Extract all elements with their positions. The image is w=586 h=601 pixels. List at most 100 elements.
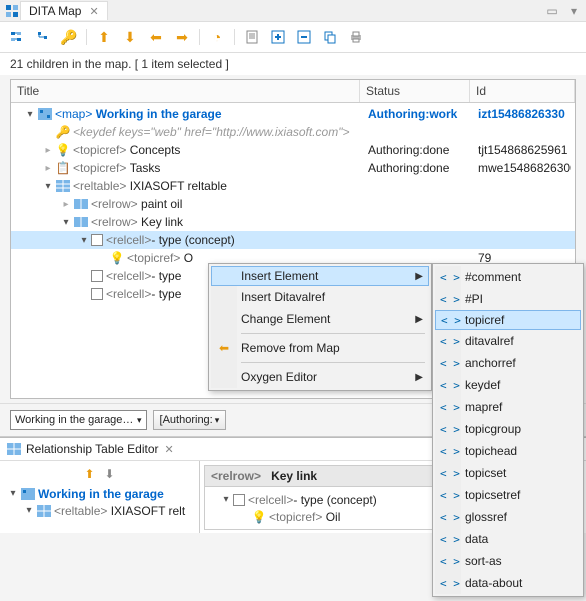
submenu-item-glossref[interactable]: < >glossref (435, 506, 581, 528)
close-icon[interactable]: ✕ (165, 443, 174, 456)
reltable-label: IXIASOFT reltable (130, 179, 227, 193)
doc-icon[interactable] (243, 28, 261, 46)
submenu-item-topicgroup[interactable]: < >topicgroup (435, 418, 581, 440)
col-title[interactable]: Title (11, 80, 360, 102)
element-brackets-icon: < > (440, 577, 460, 590)
toggle-icon[interactable]: ▸ (41, 161, 55, 175)
map-node-icon (37, 106, 53, 122)
left-tree-child[interactable]: ▾ <reltable> IXIASOFT relt (0, 502, 199, 519)
submenu-item-comment[interactable]: < >#comment (435, 266, 581, 288)
down-arrow-icon[interactable]: ⬇ (105, 467, 115, 481)
submenu-item-topichead[interactable]: < >topichead (435, 440, 581, 462)
reltable-icon (55, 178, 71, 194)
submenu-item-topicref[interactable]: < >topicref (435, 310, 581, 330)
relrow1-label: paint oil (141, 197, 182, 211)
toggle-icon[interactable]: ▸ (59, 197, 73, 211)
status-line: 21 children in the map. [ 1 item selecte… (0, 53, 586, 75)
relcell1-tag: <relcell> (106, 233, 151, 247)
toggle-icon[interactable]: ▾ (41, 179, 55, 193)
submenu-item-keydef[interactable]: < >keydef (435, 374, 581, 396)
toggle-icon[interactable]: ▾ (219, 493, 233, 507)
left-arrow-icon[interactable]: ⬅ (147, 28, 165, 46)
concepts-id: tjt154868625961 (474, 143, 571, 157)
add-icon[interactable] (269, 28, 287, 46)
submenu-item-mapref[interactable]: < >mapref (435, 396, 581, 418)
toggle-icon[interactable]: ▾ (6, 487, 20, 501)
toggle-icon[interactable]: ▾ (77, 233, 91, 247)
submenu-label: ditavalref (465, 334, 514, 348)
element-brackets-icon: < > (440, 357, 460, 370)
tree-row-tasks[interactable]: ▸ 📋 <topicref> Tasks Authoring:done mwe1… (11, 159, 575, 177)
element-brackets-icon: < > (440, 335, 460, 348)
relcell3-label: - type (151, 287, 181, 301)
right-arrow-icon[interactable]: ➡ (173, 28, 191, 46)
close-icon[interactable]: ✕ (89, 5, 98, 18)
checkbox[interactable] (91, 288, 103, 300)
tab-dita-map[interactable]: DITA Map ✕ (20, 1, 108, 20)
pie-icon[interactable]: ◔ (208, 28, 226, 46)
submenu-item-sortas[interactable]: < >sort-as (435, 550, 581, 572)
menu-remove-from-map[interactable]: ⬅ Remove from Map (211, 337, 429, 359)
up-arrow-icon[interactable]: ⬆ (84, 467, 94, 481)
col-status[interactable]: Status (360, 80, 470, 102)
up-arrow-icon[interactable]: ⬆ (95, 28, 113, 46)
checkbox[interactable] (91, 270, 103, 282)
submenu-item-data[interactable]: < >data (435, 528, 581, 550)
tree-row-keydef[interactable]: 🔑 <keydef keys="web" href="http://www.ix… (11, 123, 575, 141)
minimize-icon[interactable]: ▭ (544, 3, 560, 19)
remove-icon[interactable] (295, 28, 313, 46)
tree-row-relrow2[interactable]: ▾ <relrow> Key link (11, 213, 575, 231)
element-brackets-icon: < > (441, 314, 461, 327)
submenu-label: #PI (465, 292, 483, 306)
key-node-icon: 🔑 (55, 124, 71, 140)
copy-icon[interactable] (321, 28, 339, 46)
submenu-arrow-icon: ▶ (415, 372, 423, 383)
tree-row-relrow1[interactable]: ▸ <relrow> paint oil (11, 195, 575, 213)
map-tag: <map> (55, 107, 92, 121)
element-brackets-icon: < > (440, 533, 460, 546)
down-arrow-icon[interactable]: ⬇ (121, 28, 139, 46)
submenu-item-anchorref[interactable]: < >anchorref (435, 352, 581, 374)
menu-oxygen-editor[interactable]: Oxygen Editor ▶ (211, 366, 429, 388)
left-tree-root[interactable]: ▾ Working in the garage (0, 485, 199, 502)
tree-icon[interactable] (8, 28, 26, 46)
submenu-item-PI[interactable]: < >#PI (435, 288, 581, 310)
relrow-icon (73, 214, 89, 230)
toggle-icon[interactable]: ▾ (22, 504, 36, 518)
toggle-icon[interactable]: ▾ (23, 107, 37, 121)
checkbox[interactable] (91, 234, 103, 246)
element-brackets-icon: < > (440, 467, 460, 480)
relcell3-tag: <relcell> (106, 287, 151, 301)
submenu-label: topichead (465, 444, 517, 458)
submenu-item-dataabout[interactable]: < >data-about (435, 572, 581, 594)
key-icon[interactable]: 🔑 (60, 28, 78, 46)
rel-table-icon (6, 441, 22, 457)
tree-row-relcell1[interactable]: ▾ <relcell> - type (concept) (11, 231, 575, 249)
print-icon[interactable] (347, 28, 365, 46)
concepts-status: Authoring:done (364, 143, 474, 157)
submenu-item-topicsetref[interactable]: < >topicsetref (435, 484, 581, 506)
subtree-icon[interactable] (34, 28, 52, 46)
tree-row-reltable[interactable]: ▾ <reltable> IXIASOFT reltable (11, 177, 575, 195)
toggle-icon[interactable]: ▾ (59, 215, 73, 229)
submenu-item-ditavalref[interactable]: < > ditavalref (435, 330, 581, 352)
status-button[interactable]: [Authoring: ▾ (153, 410, 227, 430)
col-id[interactable]: Id (470, 80, 575, 102)
submenu-item-topicset[interactable]: < >topicset (435, 462, 581, 484)
menu-icon[interactable]: ▾ (566, 3, 582, 19)
menu-change-element[interactable]: Change Element ▶ (211, 308, 429, 330)
toggle-icon[interactable]: ▸ (41, 143, 55, 157)
reltable-icon (36, 503, 52, 519)
checkbox[interactable] (233, 494, 245, 506)
relrow2-label: Key link (141, 215, 183, 229)
element-brackets-icon: < > (440, 555, 460, 568)
menu-insert-ditavalref[interactable]: Insert Ditavalref (211, 286, 429, 308)
menu-insert-element[interactable]: Insert Element ▶ (211, 266, 429, 286)
submenu-label: glossref (465, 510, 507, 524)
map-combo[interactable]: Working in the garage… ▾ (10, 410, 147, 430)
tasks-tag: <topicref> (73, 161, 126, 175)
dropdown-icon: ▾ (137, 415, 142, 426)
tree-row-map[interactable]: ▾ <map> Working in the garage Authoring:… (11, 105, 575, 123)
dita-map-toolbar: 🔑 ⬆ ⬇ ⬅ ➡ ◔ (0, 22, 586, 53)
tree-row-concepts[interactable]: ▸ 💡 <topicref> Concepts Authoring:done t… (11, 141, 575, 159)
